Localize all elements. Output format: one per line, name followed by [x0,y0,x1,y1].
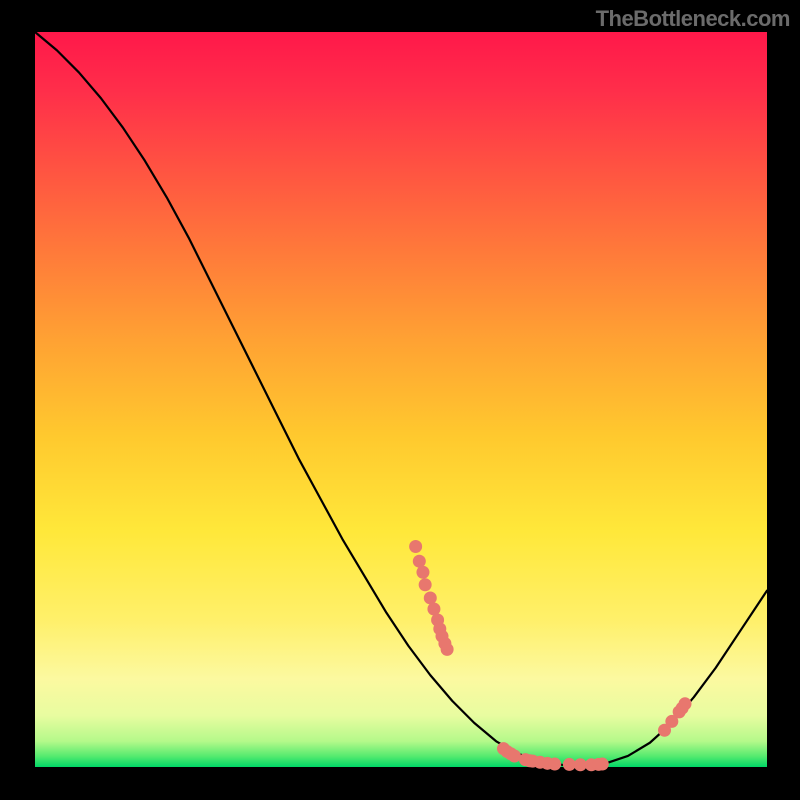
chart-svg [0,0,800,800]
data-point [413,555,426,568]
data-point [419,578,432,591]
watermark-text: TheBottleneck.com [596,6,790,32]
data-point [427,602,440,615]
chart-container: TheBottleneck.com [0,0,800,800]
data-point [441,643,454,656]
data-point [424,591,437,604]
data-point [548,758,561,771]
data-point [679,697,692,710]
data-point [596,758,609,771]
data-point [416,566,429,579]
data-point [409,540,422,553]
plot-background [35,32,767,767]
